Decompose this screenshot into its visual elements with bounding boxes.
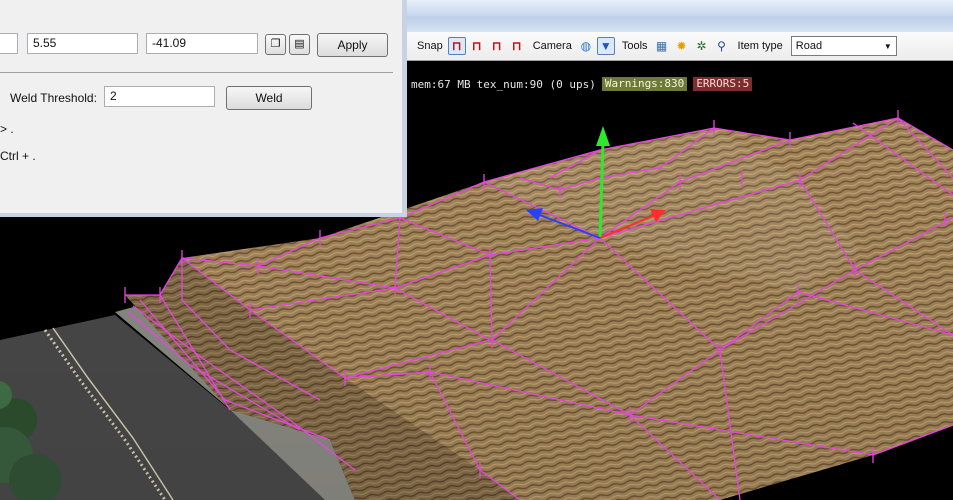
title-strip [407,0,953,33]
magnet-plus-icon[interactable]: ⊓ [468,37,486,55]
warnings-badge[interactable]: Warnings:830 [601,77,688,91]
stats-overlay: mem:67 MB tex_num:90 (0 ups) Warnings:83… [411,77,753,91]
weld-button[interactable]: Weld [226,86,312,110]
magnifier-icon[interactable]: ⚲ [713,37,731,55]
hint-text-2: Ctrl + . [0,149,36,163]
gear-icon[interactable]: ✲ [693,37,711,55]
sun-icon[interactable]: ✹ [673,37,691,55]
copy-icon[interactable]: ❐ [265,34,286,55]
errors-badge[interactable]: ERRORS:5 [693,77,753,91]
chevron-down-icon: ▼ [883,41,892,51]
editor-toolbar: Snap ⊓ ⊓ ⊓ ⊓ Camera ◍ ▼ Tools ▦ ✹ ✲ ⚲ It… [407,32,953,61]
item-type-select[interactable]: Road ▼ [790,36,897,56]
apply-button[interactable]: Apply [317,33,388,57]
item-type-value: Road [795,40,823,52]
globe-icon[interactable]: ◍ [577,37,595,55]
snap-label: Snap [417,40,443,52]
weld-threshold-label: Weld Threshold: [10,91,97,105]
camera-target-icon[interactable]: ▼ [596,37,615,55]
coord-x-field[interactable] [0,33,18,54]
hint-text-1: > . [0,122,14,136]
weld-threshold-input[interactable]: 2 [104,86,215,107]
paste-icon[interactable]: ▤ [289,34,310,55]
magnet-minus-icon[interactable]: ⊓ [508,37,526,55]
magnet-icon[interactable]: ⊓ [447,37,466,55]
camera-label: Camera [532,40,572,52]
tools-label: Tools [621,40,648,52]
coord-y-field[interactable]: 5.55 [27,33,138,54]
item-type-label: Item type [737,40,783,52]
texture-stat: tex_num:90 (0 ups) [476,77,596,91]
memory-stat: mem:67 MB [411,77,471,91]
coord-z-field[interactable]: -41.09 [146,33,258,54]
magnet-icon[interactable]: ⊓ [488,37,506,55]
panel-divider [0,72,393,73]
grid-icon[interactable]: ▦ [653,37,671,55]
properties-panel: 5.55 -41.09 ❐ ▤ Apply Weld Threshold: 2 … [0,0,407,217]
